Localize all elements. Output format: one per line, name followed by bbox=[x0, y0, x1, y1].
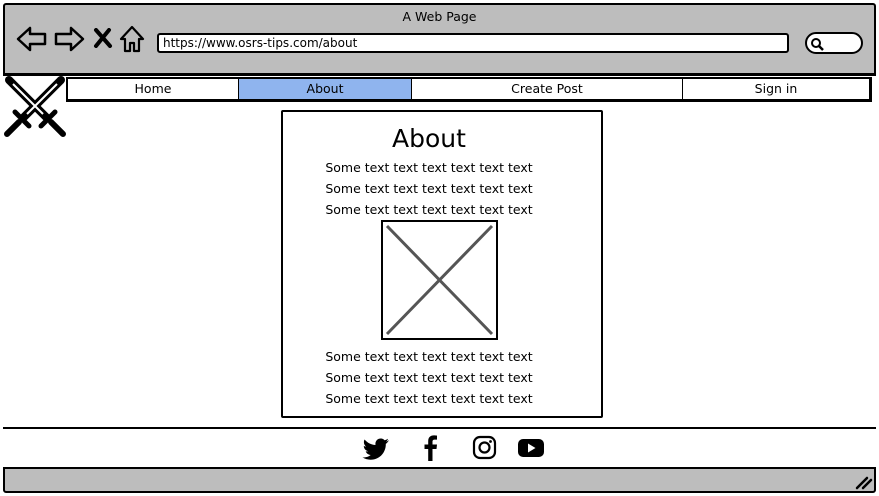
paragraph-text: Some text text text text text text bbox=[325, 349, 533, 364]
search-field[interactable] bbox=[805, 32, 863, 54]
twitter-link[interactable] bbox=[362, 434, 392, 462]
back-arrow-icon bbox=[16, 26, 47, 52]
paragraph-text: Some text text text text text text bbox=[325, 181, 533, 196]
resize-grip[interactable] bbox=[851, 472, 873, 490]
image-placeholder bbox=[381, 220, 498, 340]
nav-about[interactable]: About bbox=[239, 79, 412, 99]
facebook-link[interactable] bbox=[416, 434, 446, 462]
paragraph-text: Some text text text text text text bbox=[325, 370, 533, 385]
window-title: A Web Page bbox=[402, 9, 477, 24]
url-bar[interactable]: https://www.osrs-tips.com/about bbox=[157, 33, 789, 53]
home-icon bbox=[119, 25, 145, 53]
image-placeholder-icon bbox=[385, 224, 494, 336]
site-logo[interactable] bbox=[3, 76, 67, 140]
forward-button[interactable] bbox=[53, 26, 85, 52]
youtube-icon bbox=[518, 439, 544, 457]
home-button[interactable] bbox=[119, 25, 145, 53]
stop-button[interactable] bbox=[93, 28, 113, 48]
instagram-icon bbox=[472, 435, 497, 460]
youtube-link[interactable] bbox=[516, 434, 546, 462]
close-icon bbox=[94, 28, 112, 48]
nav-home[interactable]: Home bbox=[68, 79, 239, 99]
page-title: About bbox=[392, 124, 466, 153]
instagram-link[interactable] bbox=[469, 434, 499, 462]
crossed-swords-icon bbox=[4, 76, 66, 137]
twitter-icon bbox=[362, 438, 389, 460]
magnifier-icon bbox=[811, 38, 824, 51]
site-nav: Home About Create Post Sign in bbox=[66, 77, 872, 102]
facebook-icon bbox=[424, 435, 437, 461]
back-button[interactable] bbox=[16, 26, 48, 52]
paragraph-text: Some text text text text text text bbox=[325, 160, 533, 175]
nav-create-post[interactable]: Create Post bbox=[412, 79, 683, 99]
forward-arrow-icon bbox=[54, 26, 85, 52]
resize-grip-icon bbox=[855, 476, 873, 490]
paragraph-text: Some text text text text text text bbox=[325, 391, 533, 406]
paragraph-text: Some text text text text text text bbox=[325, 202, 533, 217]
nav-sign-in[interactable]: Sign in bbox=[683, 79, 869, 99]
